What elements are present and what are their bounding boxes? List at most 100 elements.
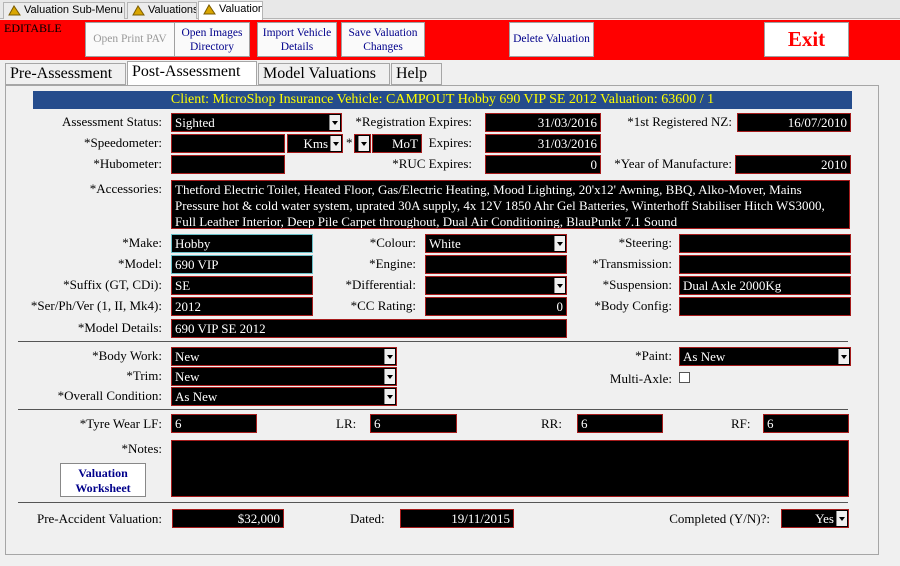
ser-ph-ver-field[interactable]: 2012 [171, 297, 313, 316]
divider [18, 502, 848, 503]
body-config-field[interactable] [679, 297, 851, 316]
open-images-directory-button[interactable]: Open Images Directory [174, 22, 250, 57]
pre-accident-valuation-label: Pre-Accident Valuation: [36, 511, 162, 526]
client-vehicle-banner: Client: MicroShop Insurance Vehicle: CAM… [33, 91, 852, 109]
chevron-down-icon[interactable] [836, 511, 847, 526]
tyre-lf-field[interactable]: 6 [171, 414, 257, 433]
registration-expires-field[interactable]: 31/03/2016 [485, 113, 601, 132]
engine-label: *Engine: [369, 256, 416, 271]
form-icon [203, 4, 216, 15]
chevron-down-icon[interactable] [838, 349, 849, 364]
notes-label: *Notes: [121, 441, 162, 456]
hubometer-label: *Hubometer: [93, 156, 162, 171]
button-label-line: Directory [189, 41, 235, 53]
import-vehicle-details-button[interactable]: Import Vehicle Details [257, 22, 337, 57]
tyre-rr-field[interactable]: 6 [577, 414, 663, 433]
hubometer-field[interactable] [171, 155, 285, 174]
engine-field[interactable] [425, 255, 567, 274]
completed-label: Completed (Y/N)?: [669, 511, 770, 526]
chevron-down-icon[interactable] [384, 369, 395, 384]
ruc-expires-field[interactable]: 0 [485, 155, 601, 174]
chevron-down-icon[interactable] [384, 349, 395, 364]
multi-axle-checkbox[interactable] [679, 372, 690, 383]
tyre-rf-label: RF: [731, 416, 751, 431]
paint-value: As New [683, 349, 726, 364]
colour-select[interactable]: White [425, 234, 567, 253]
suffix-label: *Suffix (GT, CDi): [63, 277, 162, 292]
make-label: *Make: [122, 235, 162, 250]
chevron-down-icon[interactable] [554, 236, 565, 251]
model-field[interactable]: 690 VIP [171, 255, 313, 274]
make-field[interactable]: Hobby [171, 234, 313, 253]
first-registered-label: *1st Registered NZ: [627, 114, 732, 129]
tyre-lr-field[interactable]: 6 [370, 414, 457, 433]
button-label-line: Import Vehicle [262, 27, 332, 39]
trim-select[interactable]: New [171, 367, 397, 386]
mot-expires-field[interactable]: 31/03/2016 [485, 134, 601, 153]
button-label-line: Changes [363, 41, 403, 53]
assessment-status-label: Assessment Status: [61, 114, 162, 129]
form-icon [132, 5, 145, 16]
steering-field[interactable] [679, 234, 851, 253]
chevron-down-icon[interactable] [329, 115, 340, 130]
tab-pre-assessment[interactable]: Pre-Assessment [5, 63, 126, 85]
tyre-wear-lf-label: *Tyre Wear LF: [79, 416, 162, 431]
accessories-field[interactable]: Thetford Electric Toilet, Heated Floor, … [171, 180, 850, 229]
transmission-field[interactable] [679, 255, 851, 274]
body-config-label: *Body Config: [594, 298, 672, 313]
speedometer-field[interactable] [171, 134, 285, 153]
delete-valuation-button[interactable]: Delete Valuation [509, 22, 594, 57]
button-label-line: Open Images [181, 27, 243, 39]
model-label: *Model: [117, 256, 162, 271]
mot-type-select[interactable] [354, 134, 371, 153]
speedometer-unit-value: Kms [303, 136, 328, 151]
ser-ph-ver-label: *Ser/Ph/Ver (1, II, Mk4): [30, 298, 162, 313]
dated-field[interactable]: 19/11/2015 [400, 509, 514, 528]
chevron-down-icon[interactable] [358, 136, 369, 151]
year-of-manufacture-field[interactable]: 2010 [735, 155, 851, 174]
doc-tab-label: Valuation Sub-Menu (12) [24, 4, 124, 16]
doc-tab-valuation[interactable]: Valuation [198, 1, 263, 20]
button-label-line: Details [280, 41, 314, 53]
suspension-field[interactable]: Dual Axle 2000Kg [679, 276, 851, 295]
body-work-select[interactable]: New [171, 347, 397, 366]
button-label-line: Save Valuation [348, 27, 418, 39]
suffix-field[interactable]: SE [171, 276, 313, 295]
overall-condition-select[interactable]: As New [171, 387, 397, 406]
exit-button[interactable]: Exit [764, 22, 849, 57]
chevron-down-icon[interactable] [330, 136, 341, 151]
tyre-rf-field[interactable]: 6 [763, 414, 849, 433]
notes-field[interactable] [171, 440, 849, 497]
open-print-pav-button[interactable]: Open Print PAV [85, 22, 175, 57]
paint-label: *Paint: [635, 348, 672, 363]
assessment-status-select[interactable]: Sighted [171, 113, 342, 132]
save-valuation-changes-button[interactable]: Save Valuation Changes [341, 22, 425, 57]
divider [18, 409, 848, 410]
cc-rating-field[interactable]: 0 [425, 297, 567, 316]
speedometer-unit-select[interactable]: Kms [287, 134, 343, 153]
doc-tab-valuation-sub-menu[interactable]: Valuation Sub-Menu (12) [3, 2, 125, 19]
pre-accident-valuation-field[interactable]: $32,000 [172, 509, 284, 528]
mot-required-marker: * [346, 135, 353, 150]
completed-value: Yes [815, 511, 834, 526]
chevron-down-icon[interactable] [554, 278, 565, 293]
valuation-worksheet-button[interactable]: Valuation Worksheet [60, 463, 146, 497]
body-work-value: New [175, 349, 200, 364]
model-details-field[interactable]: 690 VIP SE 2012 [171, 319, 567, 338]
paint-select[interactable]: As New [679, 347, 851, 366]
first-registered-field[interactable]: 16/07/2010 [737, 113, 851, 132]
transmission-label: *Transmission: [592, 256, 672, 271]
tab-model-valuations[interactable]: Model Valuations [258, 63, 390, 85]
header-toolbar: EDITABLE Open Print PAV Open Images Dire… [0, 20, 900, 60]
assessment-status-value: Sighted [175, 115, 215, 130]
differential-label: *Differential: [345, 277, 416, 292]
chevron-down-icon[interactable] [384, 389, 395, 404]
tyre-lr-label: LR: [336, 416, 357, 431]
tab-help[interactable]: Help [391, 63, 442, 85]
mot-field[interactable]: MoT [372, 134, 422, 153]
tyre-rr-label: RR: [541, 416, 562, 431]
doc-tab-valuations[interactable]: Valuations [127, 2, 197, 19]
tab-post-assessment[interactable]: Post-Assessment [127, 61, 257, 86]
completed-select[interactable]: Yes [781, 509, 849, 528]
differential-select[interactable] [425, 276, 567, 295]
